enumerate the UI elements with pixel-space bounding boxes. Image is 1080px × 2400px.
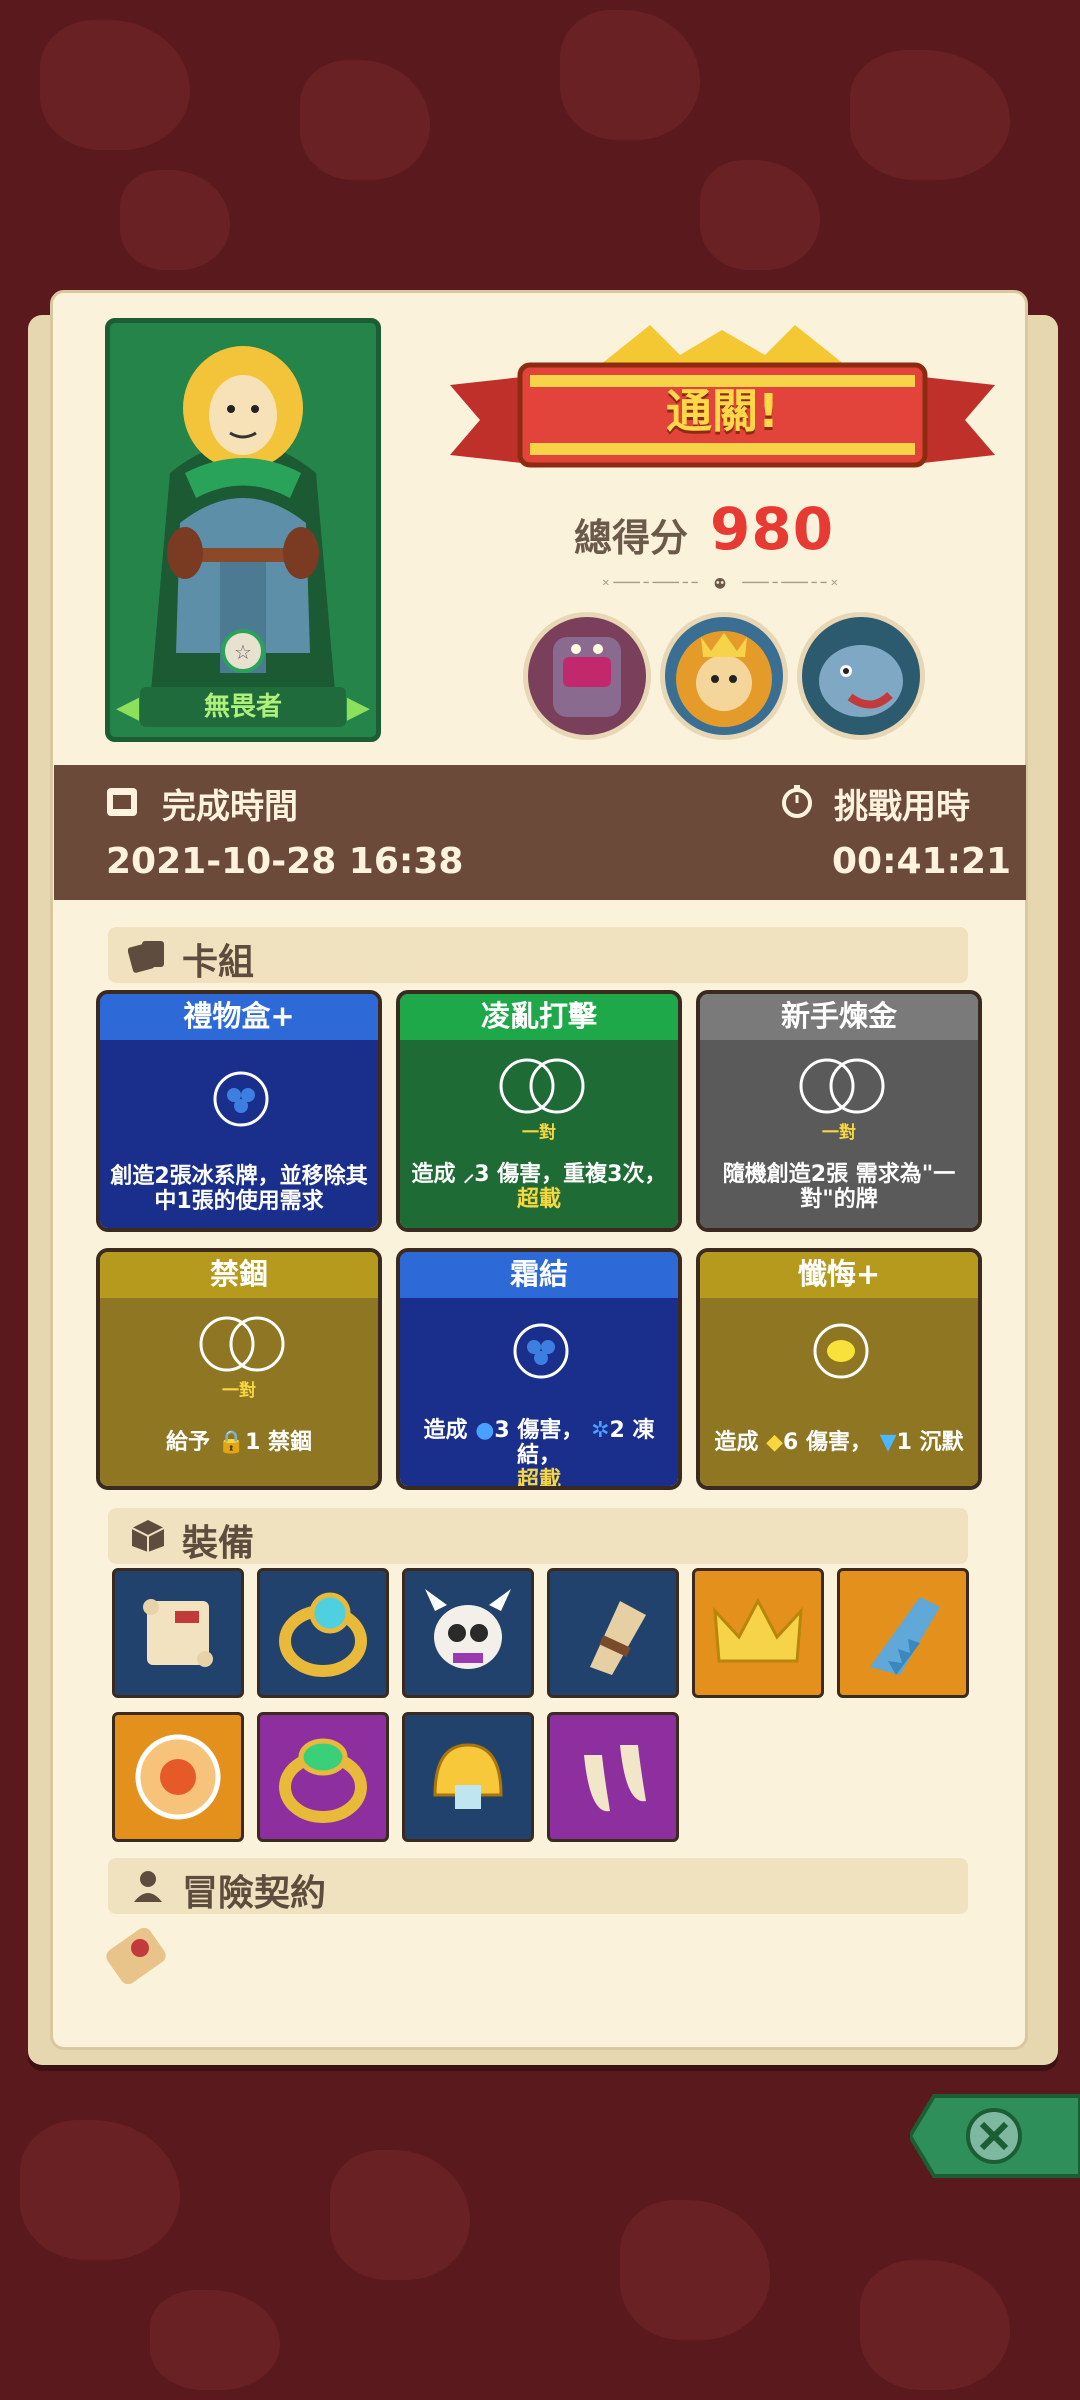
horn-icon: [590, 1601, 646, 1675]
box-icon: [131, 1520, 165, 1552]
banner-title: 通關!: [666, 384, 779, 438]
boss-portrait-2[interactable]: [660, 612, 788, 740]
deck-card-repentance[interactable]: 懺悔+ 造成 ◆6 傷害， ▼1 沉默: [696, 1248, 982, 1490]
finish-time-label: 完成時間: [162, 787, 298, 827]
deck-card-novice-alchemy[interactable]: 新手煉金 一對 隨機創造2張 需求為"一對"的牌: [696, 990, 982, 1232]
cards-icon: [128, 941, 164, 973]
equipment-slot-10[interactable]: [547, 1712, 679, 1842]
diamond-icon: ◆: [766, 1430, 784, 1455]
finish-time-value: 2021-10-28 16:38: [106, 841, 464, 882]
stone-golem-icon: [553, 637, 621, 717]
card-title: 新手煉金: [700, 994, 978, 1040]
horned-skull-icon: [425, 1589, 511, 1669]
total-score: 總得分 980: [560, 495, 940, 565]
lemon-orb-icon: [813, 1323, 869, 1379]
svg-text:✕: ✕: [602, 578, 610, 589]
stopwatch-icon: [782, 785, 812, 818]
card-requirement-tag: 一對: [222, 1381, 256, 1401]
card-title: 懺悔+: [700, 1252, 978, 1298]
deck-card-imprison[interactable]: 禁錮 一對 給予 🔒1 禁錮: [96, 1248, 382, 1490]
lion-king-icon: [676, 631, 772, 727]
card-requirement-tag: 一對: [822, 1123, 856, 1143]
deck-section-title: 卡組: [182, 942, 255, 983]
fangs-icon: [584, 1745, 646, 1812]
equipment-slot-2[interactable]: [257, 1568, 389, 1698]
card-title: 禁錮: [100, 1252, 378, 1298]
card-title: 凌亂打擊: [400, 994, 678, 1040]
equipment-section-header: 裝備: [108, 1508, 968, 1564]
ice-orb-icon: [213, 1071, 269, 1127]
boss-portrait-3[interactable]: [797, 612, 925, 740]
card-description: 隨機創造2張 需求為"一對"的牌: [722, 1162, 956, 1212]
contract-scroll-icon[interactable]: [98, 1918, 178, 2000]
card-description: 造成 ●3 傷害， ✲2 凍結， 超載: [423, 1418, 655, 1490]
close-button[interactable]: [907, 2088, 1080, 2184]
equipment-slot-7[interactable]: [112, 1712, 244, 1842]
blue-beast-icon: [819, 645, 903, 717]
boss-divider: ✕ ✕: [602, 578, 838, 589]
hero-prev-arrow-icon[interactable]: ◀: [116, 693, 139, 723]
pair-dice-slot-icon: [799, 1058, 885, 1114]
hero-card[interactable]: ☆ ◀ 無畏者 ▶: [105, 318, 381, 742]
ice-orb-icon: [513, 1323, 569, 1379]
deck-card-chaotic-strike[interactable]: 凌亂打擊 一對 造成 ⸝3 傷害，重複3次， 超載: [396, 990, 682, 1232]
golden-helmet-icon: [433, 1743, 503, 1809]
saw-blade-icon: [870, 1597, 940, 1675]
card-description: 給予 🔒1 禁錮: [165, 1430, 313, 1455]
silence-icon: ▼: [879, 1430, 897, 1455]
equipment-slot-4[interactable]: [547, 1568, 679, 1698]
deck-card-gift-box[interactable]: 禮物盒+ 創造2張冰系牌，並移除其中1張的使用需求: [96, 990, 382, 1232]
equipment-slot-3[interactable]: [402, 1568, 534, 1698]
gold-ring-icon: [279, 1592, 367, 1677]
card-title: 禮物盒+: [100, 994, 378, 1040]
calendar-icon: [107, 788, 137, 816]
time-info-bar: 完成時間 2021-10-28 16:38 挑戰用時 00:41:21: [54, 765, 1026, 900]
card-title: 霜結: [400, 1252, 678, 1298]
card-requirement-tag: 一對: [522, 1123, 556, 1143]
score-label: 總得分: [574, 516, 689, 560]
snowflake-icon: ✲: [591, 1418, 610, 1443]
svg-text:✕: ✕: [830, 578, 838, 589]
lock-icon: 🔒: [217, 1430, 246, 1455]
challenge-duration-label: 挑戰用時: [834, 787, 970, 827]
score-value: 980: [710, 495, 835, 563]
victory-banner: 通關!: [450, 325, 995, 495]
deck-section-header: 卡組: [108, 927, 968, 983]
svg-text:☆: ☆: [234, 640, 252, 664]
card-description: 造成 ⸝3 傷害，重複3次， 超載: [411, 1162, 667, 1212]
emerald-ring-icon: [279, 1738, 367, 1823]
scroll-icon: [143, 1599, 213, 1667]
boss-portrait-1[interactable]: [523, 612, 651, 740]
crown-icon: [713, 1597, 803, 1663]
pair-dice-slot-icon: [499, 1058, 585, 1114]
hero-portrait: ☆: [150, 346, 336, 703]
person-icon: [134, 1871, 162, 1902]
card-description: 造成 ◆6 傷害， ▼1 沉默: [714, 1430, 964, 1455]
close-icon: [907, 2094, 1080, 2178]
hero-name: 無畏者: [140, 687, 346, 727]
water-drop-icon: ●: [475, 1418, 495, 1443]
hero-next-arrow-icon[interactable]: ▶: [347, 693, 370, 723]
equipment-section-title: 裝備: [182, 1523, 255, 1564]
deck-card-frost[interactable]: 霜結 造成 ●3 傷害， ✲2 凍結， 超載: [396, 1248, 682, 1490]
equipment-slot-1[interactable]: [112, 1568, 244, 1698]
contract-section-title: 冒險契約: [182, 1873, 327, 1914]
challenge-duration-value: 00:41:21: [832, 841, 1012, 882]
contract-section-header: 冒險契約: [108, 1858, 968, 1914]
equipment-slot-6[interactable]: [837, 1568, 969, 1698]
equipment-slot-8[interactable]: [257, 1712, 389, 1842]
orange-disc-icon: [135, 1734, 221, 1820]
card-description: 創造2張冰系牌，並移除其中1張的使用需求: [110, 1164, 368, 1214]
pair-dice-slot-icon: [199, 1316, 285, 1372]
equipment-slot-9[interactable]: [402, 1712, 534, 1842]
equipment-slot-5[interactable]: [692, 1568, 824, 1698]
sword-icon: ⸝: [463, 1162, 475, 1187]
